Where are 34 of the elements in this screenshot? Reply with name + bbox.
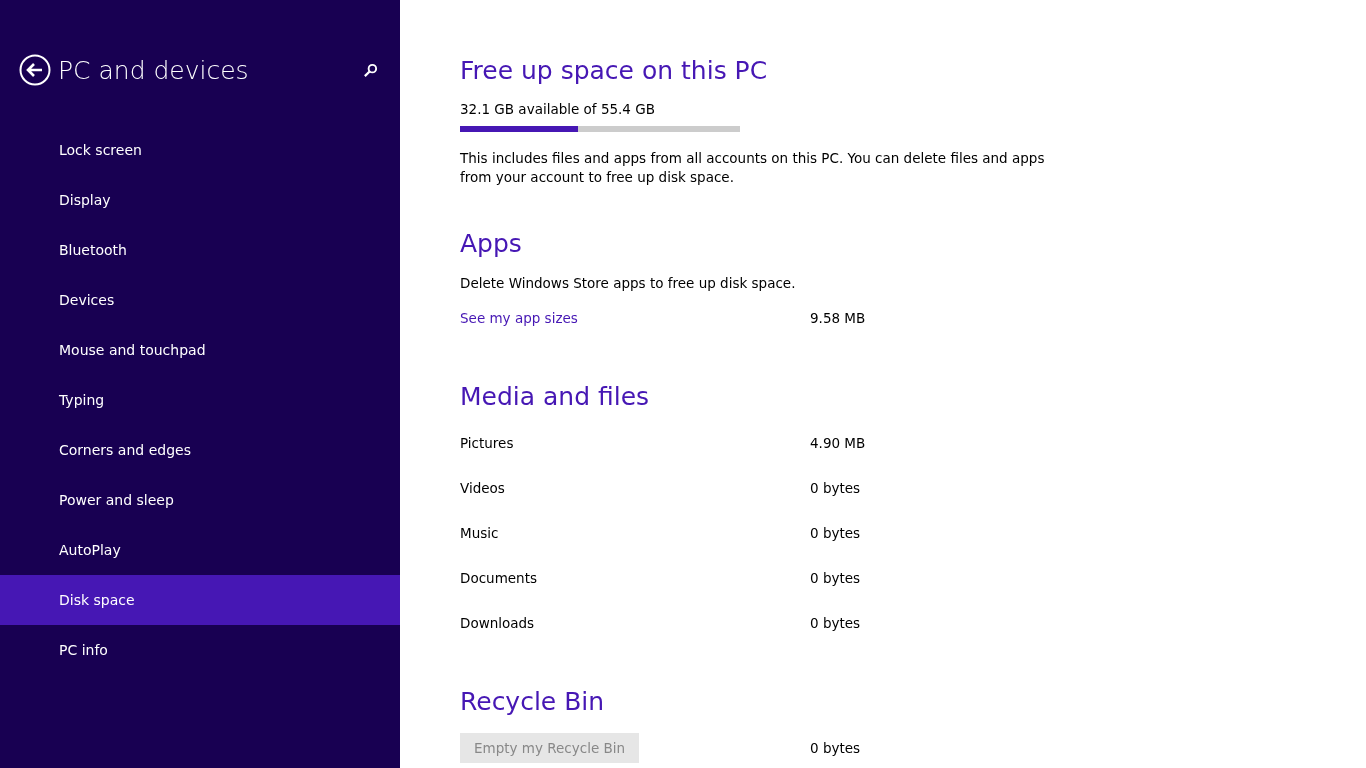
size-value: 0 bytes bbox=[810, 614, 861, 631]
size-value: 0 bytes bbox=[810, 569, 861, 586]
category-label: Downloads bbox=[460, 614, 535, 631]
sidebar-item[interactable]: Bluetooth bbox=[0, 225, 400, 275]
size-value: 0 bytes bbox=[810, 739, 861, 756]
sidebar-item[interactable]: Devices bbox=[0, 275, 400, 325]
sidebar-item[interactable]: Typing bbox=[0, 375, 400, 425]
app-sizes-link[interactable]: See my app sizes bbox=[460, 309, 578, 326]
section-heading: Media and files bbox=[460, 382, 651, 412]
category-label: Documents bbox=[460, 569, 537, 586]
sidebar-title: PC and devices bbox=[58, 55, 250, 85]
section-heading: Apps bbox=[460, 229, 523, 259]
size-value: 9.58 MB bbox=[810, 309, 866, 326]
sidebar-item[interactable]: Corners and edges bbox=[0, 425, 400, 475]
category-label: Videos bbox=[460, 479, 505, 496]
sidebar-item[interactable]: PC info bbox=[0, 625, 400, 675]
sidebar-item[interactable]: Mouse and touchpad bbox=[0, 325, 400, 375]
size-value: 4.90 MB bbox=[810, 434, 866, 451]
sidebar-item[interactable]: Disk space bbox=[0, 575, 400, 625]
page-title: Free up space on this PC bbox=[460, 56, 769, 86]
sidebar-item[interactable]: Power and sleep bbox=[0, 475, 400, 525]
description-text: This includes files and apps from all accounts on this PC. You can delete files and apps from your account to free up disk space. bbox=[460, 149, 1046, 187]
section-heading: Recycle Bin bbox=[460, 687, 606, 717]
storage-label: 32.1 GB available of 55.4 GB bbox=[460, 101, 656, 117]
sidebar-item[interactable]: Display bbox=[0, 175, 400, 225]
sidebar-item[interactable]: AutoPlay bbox=[0, 525, 400, 575]
category-label: Pictures bbox=[460, 434, 514, 451]
search-icon[interactable] bbox=[363, 62, 378, 78]
back-icon[interactable] bbox=[19, 54, 51, 86]
sidebar-item[interactable]: Lock screen bbox=[0, 125, 400, 175]
category-label: Music bbox=[460, 524, 499, 541]
section-description: Delete Windows Store apps to free up disk space. bbox=[460, 275, 797, 291]
size-value: 0 bytes bbox=[810, 479, 861, 496]
size-value: 0 bytes bbox=[810, 524, 861, 541]
